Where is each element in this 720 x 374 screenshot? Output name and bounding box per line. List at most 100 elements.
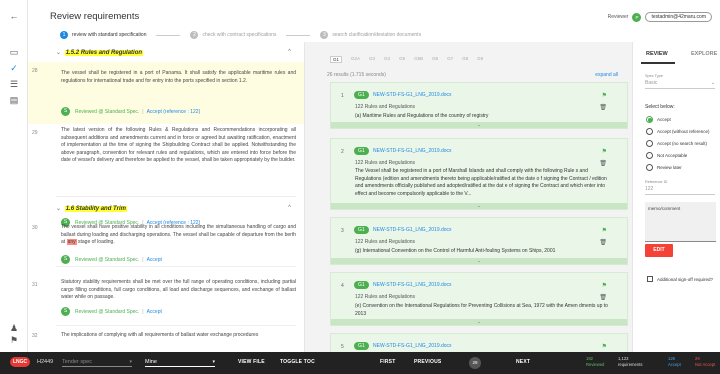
reviewer-email-chip[interactable]: testadmin@42maru.com (645, 12, 712, 22)
requirement-item[interactable]: 28 The vessel shall be registered in a p… (28, 62, 304, 124)
tab-explore[interactable]: EXPLORE (691, 51, 717, 57)
doc-tab[interactable]: G4 (384, 56, 390, 63)
result-card[interactable]: 5 G1 NEW-STD-FS-G1_LNG_2019.docx ⚑ (330, 333, 628, 352)
stat-not-accept: 29 Not Accept (695, 356, 715, 368)
flag-icon[interactable]: ⚑ (602, 148, 607, 155)
document-link[interactable]: NEW-STD-FS-G1_LNG_2019.docx (373, 92, 452, 98)
trash-icon[interactable]: 🗑 (599, 239, 607, 246)
doc-tab[interactable]: G5B (414, 56, 423, 63)
requirement-item[interactable]: 31 Statutory stability requirements shal… (28, 276, 304, 332)
step-2[interactable]: 2 check with contract specifications (190, 31, 276, 39)
doc-tab[interactable]: G1 (330, 56, 343, 63)
doc-tab[interactable]: G9 (477, 56, 483, 63)
owner-filter-select[interactable]: Mine ▾ (145, 359, 215, 367)
comment-textarea[interactable]: memo/comment (645, 202, 716, 242)
checkbox-icon[interactable] (647, 276, 653, 282)
fold-icon[interactable]: ⌄ (56, 206, 61, 212)
requirement-status: S Reviewed @ Standard Spec. | Accept (61, 307, 162, 316)
expand-chevron-icon[interactable]: ⌄ (331, 203, 627, 209)
toggle-toc-button[interactable]: TOGGLE TOC (280, 359, 315, 365)
document-tabs: G1 G2A G3 G4 G5 G5B G6 G7 G8 G9 (330, 56, 492, 63)
view-file-button[interactable]: VIEW FILE (238, 359, 265, 365)
edit-button[interactable]: EDIT (645, 244, 673, 257)
previous-button[interactable]: PREVIOUS (414, 359, 441, 365)
option-review-later[interactable]: Review later (646, 164, 682, 171)
tab-review[interactable]: REVIEW (646, 51, 668, 57)
radio-icon[interactable] (646, 164, 653, 171)
flag-icon[interactable]: ⚑ (8, 334, 20, 346)
list-icon[interactable]: ☰ (8, 78, 20, 90)
doc-tab[interactable]: G5 (399, 56, 405, 63)
flag-icon[interactable]: ⚑ (602, 282, 607, 289)
results-count: 26 results (1.715 seconds) (327, 72, 386, 78)
chevron-down-icon[interactable]: ▾ (129, 359, 132, 365)
fold-icon[interactable]: ⌄ (56, 50, 61, 56)
requirement-text: The vessel shall be registered in a port… (61, 70, 296, 84)
stepper: 1 review with standard specification 2 c… (60, 30, 431, 40)
result-card[interactable]: 4 G1 NEW-STD-FS-G1_LNG_2019.docx ⚑ 🗑 122… (330, 272, 628, 326)
collapse-caret-icon[interactable]: ^ (288, 205, 291, 211)
tender-spec-select[interactable]: Tender spec ▾ (62, 359, 132, 367)
document-link[interactable]: NEW-STD-FS-G1_LNG_2019.docx (373, 227, 452, 233)
folder-icon[interactable]: ▭ (8, 46, 20, 58)
accept-link[interactable]: Accept (147, 309, 162, 315)
option-not-acceptable[interactable]: Not Acceptable (646, 152, 687, 159)
document-link[interactable]: NEW-STD-FS-G1_LNG_2019.docx (373, 343, 452, 349)
expand-chevron-icon[interactable]: ⌄ (331, 319, 627, 325)
result-card[interactable]: 3 G1 NEW-STD-FS-G1_LNG_2019.docx ⚑ 🗑 122… (330, 217, 628, 265)
document-link[interactable]: NEW-STD-FS-G1_LNG_2019.docx (373, 282, 452, 288)
person-icon[interactable]: ♟ (8, 322, 20, 334)
doc-tab[interactable]: G2A (351, 56, 360, 63)
trash-icon[interactable]: 🗑 (599, 294, 607, 301)
spec-type-select[interactable]: Basic (645, 80, 657, 86)
check-icon[interactable]: ✓ (8, 62, 20, 74)
result-card[interactable]: 2 G1 NEW-STD-FS-G1_LNG_2019.docx ⚑ 🗑 122… (330, 138, 628, 210)
collapse-caret-icon[interactable]: ^ (288, 49, 291, 55)
result-rank: 1 (341, 93, 344, 99)
doc-tab[interactable]: G8 (462, 56, 468, 63)
expand-all-link[interactable]: expand all (595, 72, 618, 78)
doc-tab[interactable]: G3 (369, 56, 375, 63)
section-header[interactable]: ⌄ 1.5.2 Rules and Regulation ^ (28, 46, 304, 60)
first-button[interactable]: FIRST (380, 359, 395, 365)
accept-link[interactable]: Accept (reference : 122) (147, 109, 201, 115)
next-button[interactable]: NEXT (516, 359, 530, 365)
requirement-item[interactable]: 30 The vessel shall have positive stabil… (28, 220, 304, 276)
flag-icon[interactable]: ⚑ (602, 343, 607, 350)
radio-icon[interactable] (646, 128, 653, 135)
flag-icon[interactable]: ⚑ (602, 227, 607, 234)
signoff-checkbox-row[interactable]: Additional sign-off required? (647, 276, 713, 282)
requirement-item[interactable]: 32 The implications of complying with al… (28, 330, 304, 352)
reference-id-label: Reference ID (645, 180, 668, 184)
chevron-down-icon[interactable]: ⌄ (711, 80, 715, 86)
accept-link[interactable]: Accept (147, 257, 162, 263)
radio-icon[interactable] (646, 140, 653, 147)
select-underline (645, 88, 715, 89)
tender-spec-placeholder: Tender spec (62, 359, 92, 365)
book-icon[interactable]: ▤ (8, 94, 20, 106)
option-accept[interactable]: Accept (646, 116, 671, 123)
back-arrow-icon[interactable]: ← (8, 10, 20, 22)
chevron-down-icon[interactable]: ▾ (212, 359, 215, 365)
section-header[interactable]: ⌄ 1.6 Stability and Trim ^ (28, 202, 304, 216)
reference-id-input[interactable]: 122 (645, 186, 653, 192)
expand-chevron-icon[interactable]: ⌄ (331, 258, 627, 264)
result-card[interactable]: 1 G1 NEW-STD-FS-G1_LNG_2019.docx ⚑ 🗑 122… (330, 82, 628, 129)
requirement-text: Statutory stability requirements shall b… (61, 279, 296, 300)
radio-selected-icon[interactable] (646, 116, 653, 123)
doc-tab[interactable]: G7 (447, 56, 453, 63)
step-1[interactable]: 1 review with standard specification (60, 31, 146, 39)
expand-chevron-icon[interactable]: ⌄ (331, 122, 627, 128)
document-link[interactable]: NEW-STD-FS-G1_LNG_2019.docx (373, 148, 452, 154)
stat-label: Not Accept (695, 362, 716, 367)
trash-icon[interactable]: 🗑 (599, 104, 607, 111)
trash-icon[interactable]: 🗑 (599, 160, 607, 167)
option-accept-without-reference[interactable]: Accept (without reference) (646, 128, 710, 135)
step-3[interactable]: 3 search clarification/deviation documen… (320, 31, 421, 39)
option-label: Accept (657, 117, 671, 122)
comment-text: memo/comment (648, 206, 681, 211)
option-accept-no-search-result[interactable]: Accept (no search result) (646, 140, 707, 147)
flag-icon[interactable]: ⚑ (602, 92, 607, 99)
doc-tab[interactable]: G6 (432, 56, 438, 63)
radio-icon[interactable] (646, 152, 653, 159)
